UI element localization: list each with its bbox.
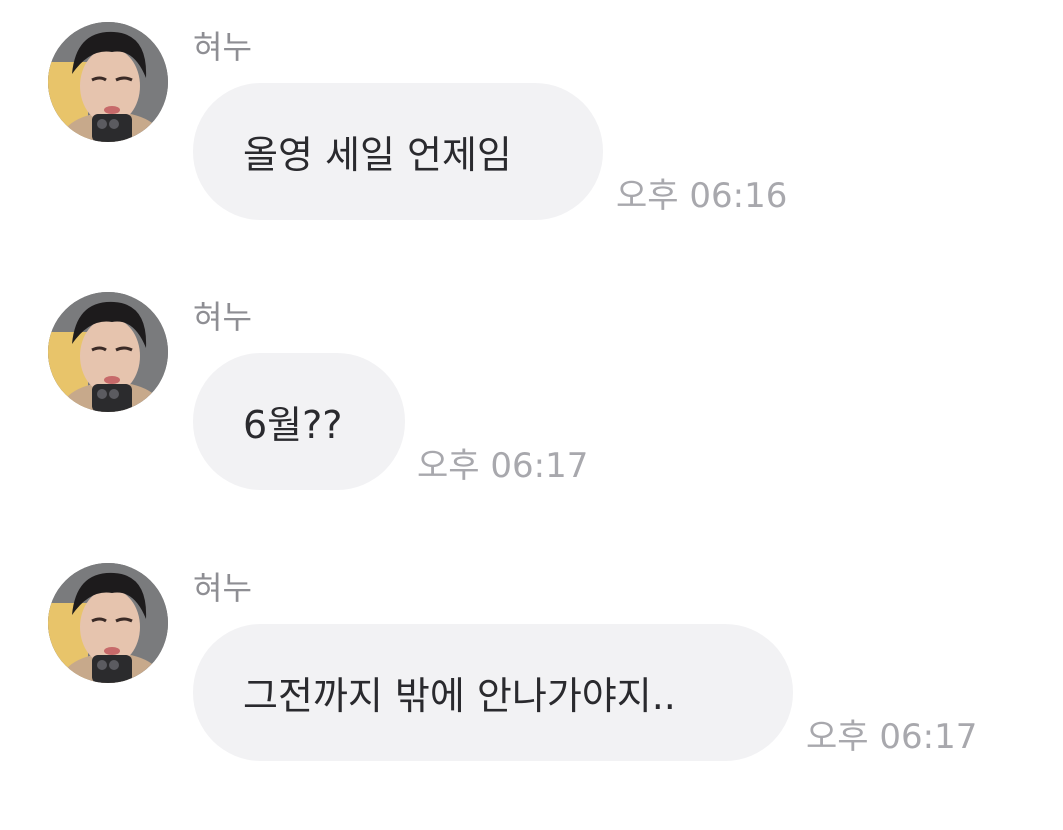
message-bubble[interactable]: 그전까지 밖에 안나가야지.. [193,624,793,761]
message-timestamp: 오후 06:17 [806,717,978,757]
sender-name: 혀누 [193,298,252,336]
message-bubble[interactable]: 6월?? [193,353,405,490]
avatar[interactable] [48,563,168,683]
chat-message: 혀누 올영 세일 언제임 오후 06:16 [0,22,1063,272]
avatar[interactable] [48,292,168,412]
chat-message: 혀누 그전까지 밖에 안나가야지.. 오후 06:17 [0,563,1063,813]
message-timestamp: 오후 06:16 [616,176,788,216]
profile-photo [48,563,168,683]
message-bubble[interactable]: 올영 세일 언제임 [193,83,603,220]
profile-photo [48,292,168,412]
sender-name: 혀누 [193,569,252,607]
sender-name: 혀누 [193,28,252,66]
profile-photo [48,22,168,142]
chat-message: 혀누 6월?? 오후 06:17 [0,292,1063,542]
message-timestamp: 오후 06:17 [417,446,589,486]
avatar[interactable] [48,22,168,142]
